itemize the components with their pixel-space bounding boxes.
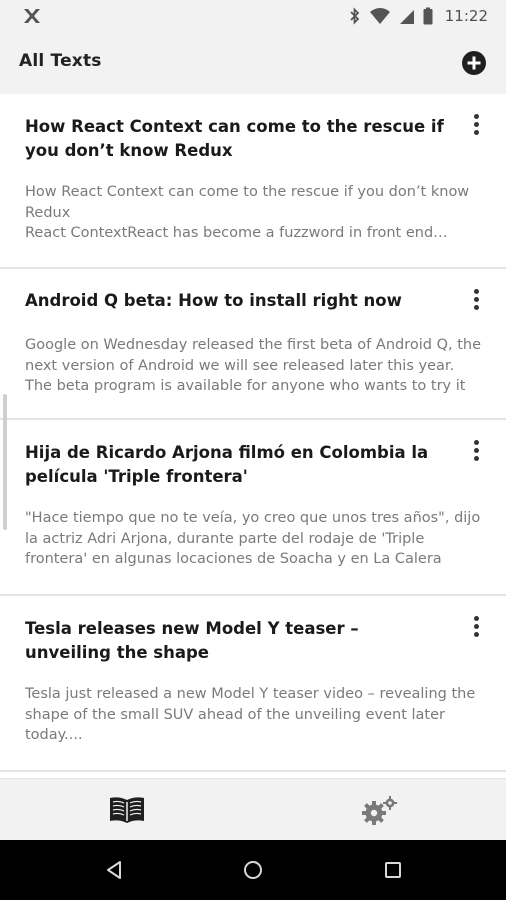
item-title: Android Q beta: How to install right now	[25, 291, 402, 310]
list-item[interactable]: Hija de Ricardo Arjona filmó en Colombia…	[0, 420, 506, 596]
more-options-icon[interactable]	[466, 438, 486, 466]
home-icon[interactable]	[241, 858, 265, 882]
book-icon	[109, 797, 144, 823]
item-excerpt: Google on Wednesday released the first b…	[25, 337, 481, 394]
back-icon[interactable]	[102, 858, 126, 882]
list-item[interactable]: How React Context can come to the rescue…	[0, 94, 506, 269]
item-title: Tesla releases new Model Y teaser – unve…	[25, 619, 359, 662]
status-time: 11:22	[444, 7, 488, 25]
add-circle-icon[interactable]	[461, 50, 487, 76]
cell-signal-icon	[399, 10, 414, 24]
more-options-icon[interactable]	[466, 112, 486, 140]
item-title: How React Context can come to the rescue…	[25, 117, 444, 160]
list-item[interactable]: Tesla releases new Model Y teaser – unve…	[0, 596, 506, 772]
tab-settings[interactable]	[253, 779, 506, 841]
text-list: How React Context can come to the rescue…	[0, 94, 506, 778]
more-options-icon[interactable]	[466, 287, 486, 315]
bottom-navigation	[0, 778, 506, 840]
app-notification-icon	[24, 9, 40, 23]
battery-icon	[423, 7, 433, 25]
settings-gears-icon	[361, 796, 397, 825]
item-excerpt: "Hace tiempo que no te veía, yo creo que…	[25, 510, 481, 567]
scrollbar[interactable]	[3, 394, 7, 530]
page-title: All Texts	[19, 51, 102, 71]
item-excerpt: How React Context can come to the rescue…	[25, 184, 470, 241]
app-bar: All Texts	[0, 32, 506, 94]
list-item[interactable]: Android Q beta: How to install right now…	[0, 269, 506, 420]
tab-texts[interactable]	[0, 779, 253, 841]
system-navigation-bar	[0, 840, 506, 900]
bluetooth-icon	[350, 7, 360, 25]
status-bar: 11:22	[0, 0, 506, 32]
recents-icon[interactable]	[381, 858, 405, 882]
wifi-icon	[369, 8, 390, 24]
item-excerpt: Tesla just released a new Model Y teaser…	[25, 686, 476, 743]
item-title: Hija de Ricardo Arjona filmó en Colombia…	[25, 443, 429, 486]
more-options-icon[interactable]	[466, 614, 486, 642]
